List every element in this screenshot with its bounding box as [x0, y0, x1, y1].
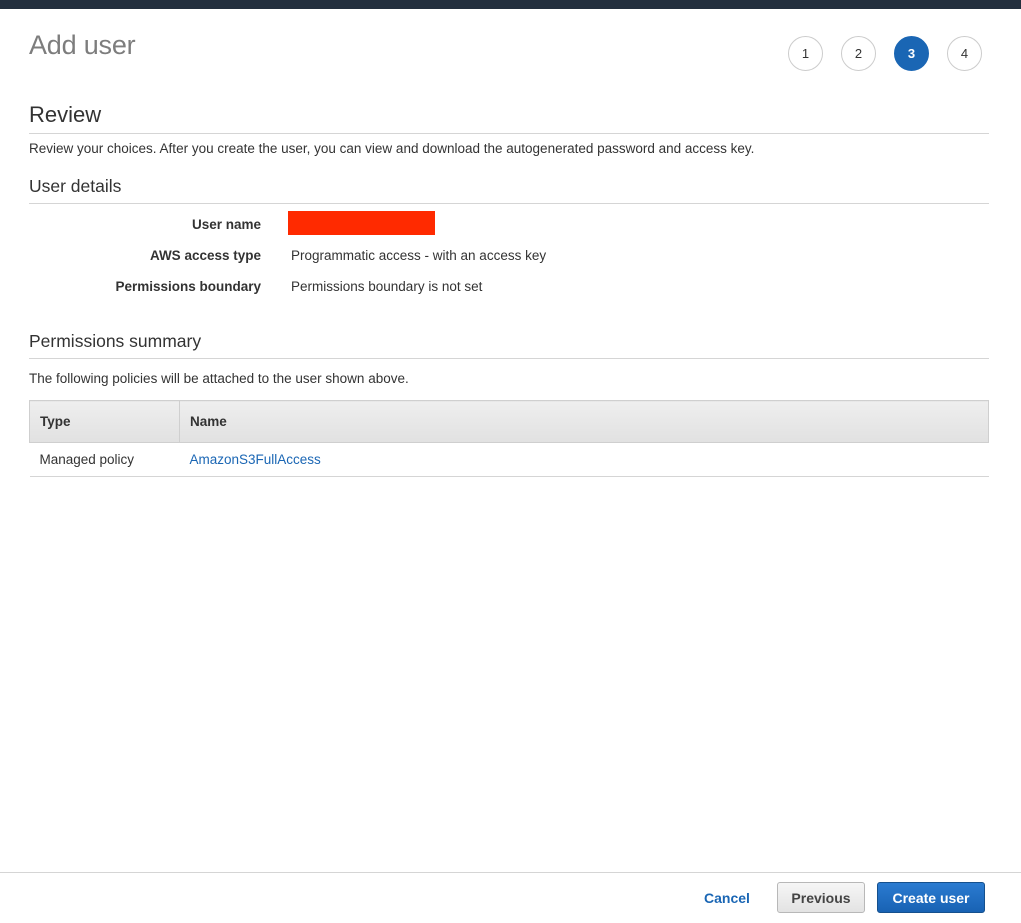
permissions-boundary-value: Permissions boundary is not set	[291, 279, 483, 294]
permissions-boundary-label: Permissions boundary	[115, 279, 261, 294]
detail-row-user-name: User name	[29, 211, 989, 239]
review-description: Review your choices. After you create th…	[29, 141, 755, 156]
step-3-current: 3	[894, 36, 929, 71]
permissions-description: The following policies will be attached …	[29, 371, 409, 386]
table-header-row: Type Name	[29, 400, 989, 443]
permissions-summary-heading: Permissions summary	[29, 331, 202, 351]
detail-row-access-type: AWS access type Programmatic access - wi…	[29, 248, 989, 270]
footer-divider	[0, 872, 1021, 873]
policy-type-cell: Managed policy	[29, 442, 180, 477]
redacted-user-name	[288, 211, 435, 235]
step-2[interactable]: 2	[841, 36, 876, 71]
detail-row-permissions-boundary: Permissions boundary Permissions boundar…	[29, 279, 989, 301]
user-details-heading: User details	[29, 176, 122, 196]
cancel-button[interactable]: Cancel	[696, 883, 758, 913]
wizard-steps: 1 2 3 4	[788, 36, 982, 71]
create-user-button[interactable]: Create user	[877, 882, 985, 913]
step-1[interactable]: 1	[788, 36, 823, 71]
policy-name-link[interactable]: AmazonS3FullAccess	[190, 452, 321, 467]
top-navigation-bar	[0, 0, 1021, 9]
permissions-divider	[29, 358, 989, 359]
page-title: Add user	[29, 30, 136, 60]
column-header-type[interactable]: Type	[29, 400, 180, 443]
access-type-label: AWS access type	[149, 248, 261, 263]
user-details-divider	[29, 203, 989, 204]
access-type-value: Programmatic access - with an access key	[291, 248, 547, 263]
table-row: Managed policy AmazonS3FullAccess	[29, 442, 989, 477]
column-header-name[interactable]: Name	[179, 400, 989, 443]
policy-name-cell: AmazonS3FullAccess	[179, 442, 989, 477]
user-name-label: User name	[191, 217, 261, 232]
step-4: 4	[947, 36, 982, 71]
previous-button[interactable]: Previous	[777, 882, 865, 913]
policies-table: Type Name Managed policy AmazonS3FullAcc…	[29, 400, 989, 477]
review-divider	[29, 133, 989, 134]
review-heading: Review	[29, 102, 102, 127]
